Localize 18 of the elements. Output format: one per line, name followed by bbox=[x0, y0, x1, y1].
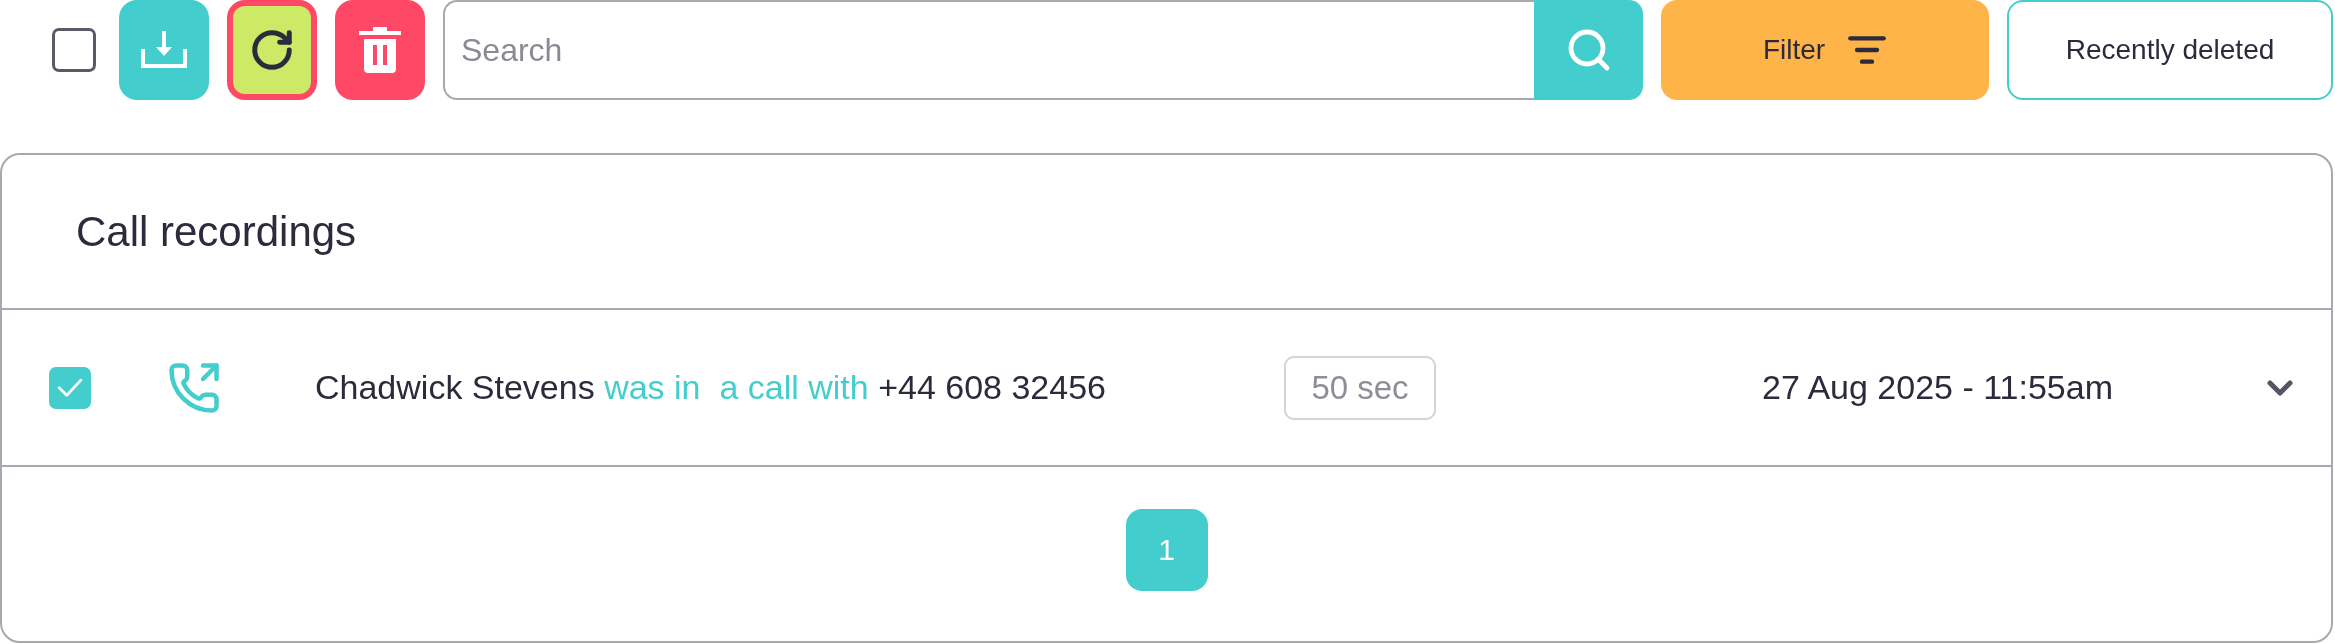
card-title: Call recordings bbox=[76, 207, 357, 256]
call-duration: 50 sec bbox=[1284, 355, 1436, 420]
filter-button[interactable]: Filter bbox=[1661, 0, 1989, 100]
search-button[interactable] bbox=[1534, 0, 1643, 100]
search-field[interactable]: Search bbox=[443, 0, 1534, 100]
refresh-icon bbox=[249, 27, 295, 73]
delete-button[interactable] bbox=[335, 0, 425, 100]
row-checkbox[interactable] bbox=[49, 366, 91, 409]
recently-deleted-button[interactable]: Recently deleted bbox=[2007, 0, 2333, 100]
check-icon bbox=[57, 377, 83, 398]
select-all-checkbox[interactable] bbox=[52, 28, 96, 72]
refresh-button[interactable] bbox=[227, 0, 317, 100]
outgoing-call-icon bbox=[167, 360, 221, 415]
call-description: Chadwick Stevens was in a call with +44 608 32456 bbox=[315, 368, 1106, 407]
call-datetime: 27 Aug 2025 - 11:55am bbox=[1762, 368, 2113, 407]
download-button[interactable] bbox=[119, 0, 209, 100]
trash-icon bbox=[359, 27, 401, 73]
download-icon bbox=[141, 31, 187, 69]
